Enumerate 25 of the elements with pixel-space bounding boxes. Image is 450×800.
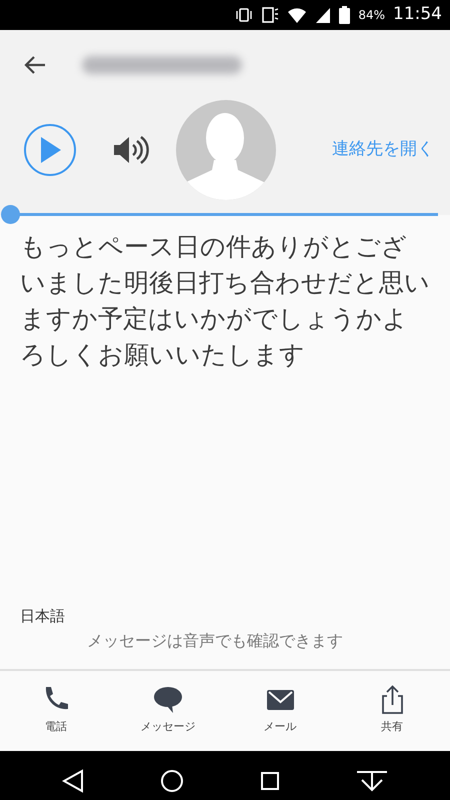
slider-thumb[interactable] [1,205,20,224]
hide-keyboard-icon[interactable] [356,770,388,792]
action-button[interactable]: 電話 [0,670,112,750]
battery-icon [339,6,350,24]
back-arrow-icon[interactable] [24,56,46,74]
home-nav-icon[interactable] [160,768,184,792]
clock-time: 11:54 [393,3,442,26]
screen-rotation-icon [261,6,280,24]
hint-text: メッセージは音声でも確認できます [87,630,344,652]
battery-percentage: 84% [358,7,385,24]
action-button[interactable]: メール [224,670,336,750]
language-label: 日本語 [20,606,66,627]
action-button[interactable]: 共有 [336,670,448,750]
play-icon [38,136,62,164]
recents-nav-icon[interactable] [260,770,280,790]
signal-icon [315,6,332,24]
wifi-icon [287,6,308,24]
back-nav-icon[interactable] [62,768,84,792]
speech-bubble-icon [152,684,184,714]
playback-slider[interactable] [1,205,438,224]
play-button[interactable] [24,124,76,176]
message-text: もっとペース日の件ありがとございました明後日打ち合わせだと思いますか予定はいかがでしょうかよろしくお願いいたします [20,231,431,371]
action-button[interactable]: メッセージ [112,670,224,750]
speaker-icon[interactable] [112,133,150,167]
vibrate-icon [235,6,254,24]
